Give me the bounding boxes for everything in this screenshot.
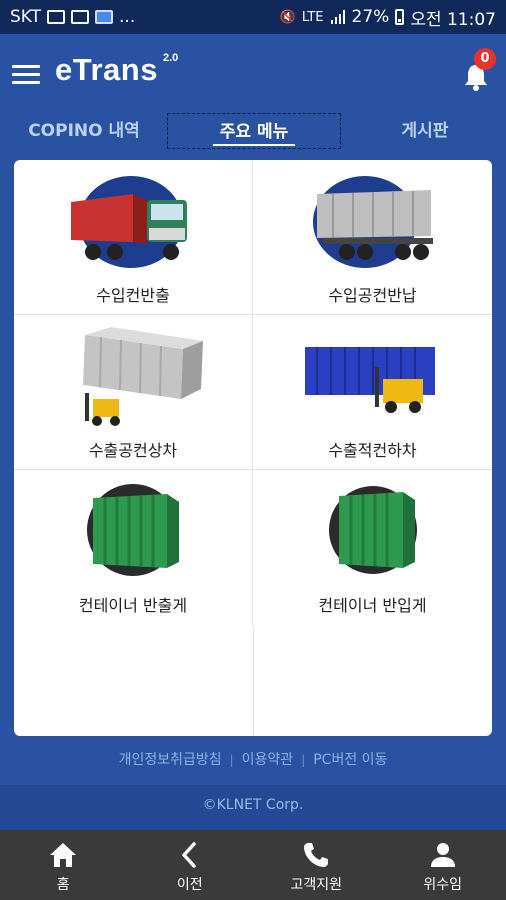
truck-gray-container-icon (312, 176, 433, 268)
app-icon (95, 10, 114, 24)
forklift-blue-container-icon (304, 347, 435, 413)
carrier-label: SKT (10, 7, 42, 27)
back-chevron-icon (182, 842, 196, 868)
link-separator: | (229, 753, 234, 767)
network-type: LTE (301, 9, 324, 25)
menu-import-container-out[interactable]: 수입컨반출 (14, 160, 253, 315)
privacy-policy-link[interactable]: 개인정보취급방침 (119, 752, 222, 768)
clock: 오전 11:07 (410, 9, 496, 30)
battery-icon (395, 9, 405, 25)
mail-icon (71, 10, 90, 24)
nav-delegation[interactable]: 위수임 (380, 830, 506, 900)
menu-container-gate-in[interactable]: 컨테이너 반입게 (253, 470, 492, 625)
nav-home-label: 홈 (56, 877, 70, 893)
copyright: ©KLNET Corp. (0, 785, 506, 830)
app-header: eTrans 2.0 0 (0, 34, 506, 110)
menu-label: 컨테이너 반입게 (318, 596, 427, 615)
notification-badge: 0 (474, 48, 496, 70)
nav-support[interactable]: 고객지원 (253, 830, 380, 900)
tab-main-menu-label: 주요 메뉴 (219, 122, 289, 142)
menu-container-gate-out[interactable]: 컨테이너 반출게 (14, 470, 253, 625)
green-container-icon (328, 486, 417, 574)
battery-percent: 27% (351, 7, 390, 27)
tab-board[interactable]: 게시판 (370, 113, 480, 149)
gallery-icon (47, 10, 66, 24)
menu-import-empty-return[interactable]: 수입공컨반납 (253, 160, 492, 315)
forklift-gray-container-icon (83, 327, 203, 426)
terms-link[interactable]: 이용약관 (242, 752, 294, 768)
menu-label: 수출적컨하차 (328, 441, 417, 460)
menu-export-full-unloading[interactable]: 수출적컨하차 (253, 315, 492, 470)
phone-icon (304, 843, 329, 867)
app-version: 2.0 (163, 52, 179, 64)
active-tab-indicator (213, 144, 295, 146)
menu-label: 수입공컨반납 (328, 286, 417, 305)
grid-divider (253, 625, 254, 736)
nav-support-label: 고객지원 (290, 877, 343, 893)
hamburger-menu-icon[interactable] (12, 65, 40, 85)
main-menu-panel: 수입컨반출 수입공컨반납 수출공컨상차 수출적컨하차 컨테이너 반출게 컨테이너… (14, 160, 492, 736)
green-container-icon (87, 484, 179, 576)
link-separator: | (301, 753, 306, 767)
tab-main-menu[interactable]: 주요 메뉴 (167, 113, 341, 149)
bottom-nav: 홈 이전 고객지원 위수임 (0, 830, 506, 900)
status-bar: SKT ... 🔇 LTE 27% 오전 11:07 (0, 0, 506, 34)
menu-label: 컨테이너 반출게 (78, 596, 188, 615)
person-icon (430, 843, 455, 867)
menu-label: 수입컨반출 (96, 286, 170, 305)
signal-icon (330, 10, 345, 24)
tab-copino[interactable]: COPINO 내역 (14, 113, 154, 149)
nav-delegation-label: 위수임 (423, 877, 463, 893)
footer-links: 개인정보취급방침 | 이용약관 | PC버전 이동 (0, 745, 506, 775)
home-icon (50, 843, 77, 867)
nav-back[interactable]: 이전 (127, 830, 254, 900)
nav-back-label: 이전 (176, 877, 203, 893)
menu-export-empty-loading[interactable]: 수출공컨상차 (14, 315, 253, 470)
menu-label: 수출공컨상차 (88, 441, 178, 460)
truck-red-container-icon (71, 176, 187, 268)
tab-bar: COPINO 내역 주요 메뉴 게시판 (0, 110, 506, 154)
app-logo: eTrans (55, 52, 158, 87)
more-notifications: ... (119, 7, 136, 27)
pc-version-link[interactable]: PC버전 이동 (313, 752, 387, 768)
mute-icon: 🔇 (279, 9, 296, 25)
nav-home[interactable]: 홈 (0, 830, 127, 900)
